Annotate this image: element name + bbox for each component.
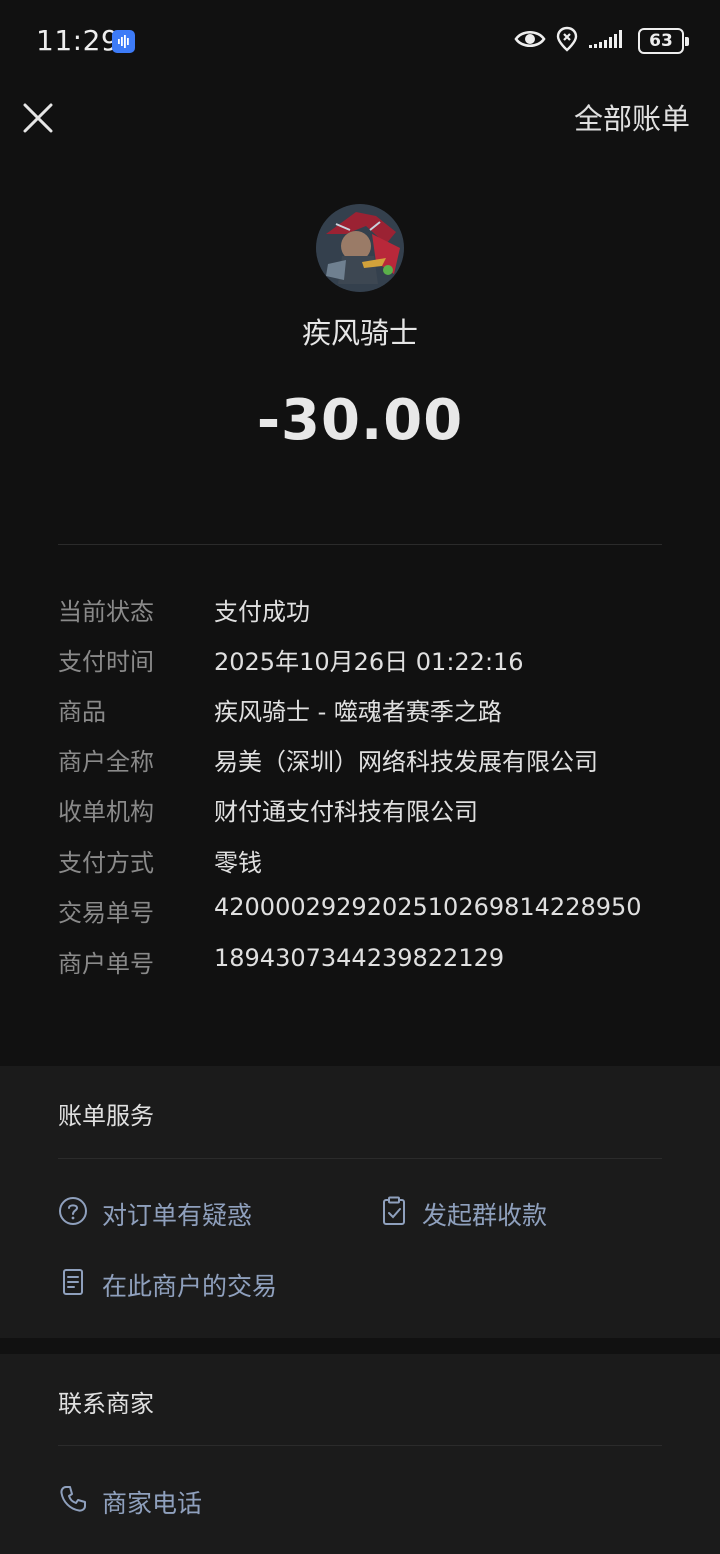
divider bbox=[58, 544, 662, 545]
link-label: 在此商户的交易 bbox=[102, 1272, 278, 1301]
detail-value: 疾风骑士 - 噬魂者赛季之路 bbox=[214, 698, 502, 726]
section-title: 联系商家 bbox=[58, 1390, 154, 1418]
divider bbox=[58, 1445, 662, 1446]
payment-amount: -30.00 bbox=[256, 388, 464, 453]
detail-value[interactable]: 1894307344239822129 bbox=[214, 944, 504, 972]
detail-row-merchant-order-id: 商户单号 1894307344239822129 bbox=[58, 944, 678, 984]
detail-label: 当前状态 bbox=[58, 598, 154, 626]
detail-label: 商户全称 bbox=[58, 748, 154, 776]
detail-value: 支付成功 bbox=[214, 598, 310, 626]
all-bills-link[interactable]: 全部账单 bbox=[574, 96, 690, 138]
clipboard-check-icon bbox=[380, 1196, 408, 1232]
phone-icon bbox=[58, 1484, 88, 1520]
detail-label: 交易单号 bbox=[58, 899, 154, 927]
order-question-link[interactable]: 对订单有疑惑 bbox=[58, 1196, 252, 1232]
section-title: 账单服务 bbox=[58, 1102, 154, 1130]
detail-row-product: 商品 疾风骑士 - 噬魂者赛季之路 bbox=[58, 692, 678, 732]
divider bbox=[58, 1158, 662, 1159]
status-time: 11:29 bbox=[36, 24, 120, 57]
document-icon bbox=[58, 1267, 88, 1303]
detail-value: 财付通支付科技有限公司 bbox=[214, 798, 478, 826]
voice-assistant-icon bbox=[112, 30, 135, 53]
detail-row-payment-method: 支付方式 零钱 bbox=[58, 843, 678, 883]
location-icon bbox=[556, 26, 578, 56]
detail-row-transaction-id: 交易单号 4200002929202510269814228950 bbox=[58, 893, 678, 933]
question-circle-icon bbox=[58, 1196, 88, 1232]
merchant-avatar bbox=[316, 204, 404, 292]
detail-label: 收单机构 bbox=[58, 798, 154, 826]
detail-row-status: 当前状态 支付成功 bbox=[58, 592, 678, 632]
detail-row-merchant: 商户全称 易美（深圳）网络科技发展有限公司 bbox=[58, 742, 678, 782]
detail-row-acquirer: 收单机构 财付通支付科技有限公司 bbox=[58, 792, 678, 832]
signal-icon bbox=[588, 28, 628, 54]
detail-value: 易美（深圳）网络科技发展有限公司 bbox=[214, 748, 598, 776]
merchant-transactions-link[interactable]: 在此商户的交易 bbox=[58, 1267, 277, 1303]
link-label: 对订单有疑惑 bbox=[102, 1201, 253, 1230]
contact-merchant-section: 联系商家 商家电话 bbox=[0, 1354, 720, 1554]
group-collection-link[interactable]: 发起群收款 bbox=[380, 1196, 547, 1232]
status-bar: 11:29 63 bbox=[0, 0, 720, 80]
close-icon[interactable] bbox=[18, 98, 58, 138]
eye-icon bbox=[514, 28, 546, 54]
detail-label: 商品 bbox=[58, 698, 106, 726]
bill-service-section: 账单服务 对订单有疑惑 发起群收款 在此商户的交易 bbox=[0, 1066, 720, 1338]
link-label: 商家电话 bbox=[102, 1489, 203, 1518]
status-icons: 63 bbox=[514, 26, 689, 56]
detail-label: 支付时间 bbox=[58, 648, 154, 676]
merchant-phone-link[interactable]: 商家电话 bbox=[58, 1484, 202, 1520]
detail-label: 支付方式 bbox=[58, 849, 154, 877]
detail-label: 商户单号 bbox=[58, 950, 154, 978]
link-label: 发起群收款 bbox=[422, 1201, 548, 1230]
battery-icon: 63 bbox=[638, 28, 689, 54]
nav-bar: 全部账单 bbox=[0, 88, 720, 148]
detail-row-time: 支付时间 2025年10月26日 01:22:16 bbox=[58, 642, 678, 682]
detail-value: 零钱 bbox=[214, 849, 262, 877]
detail-value[interactable]: 4200002929202510269814228950 bbox=[214, 893, 642, 921]
detail-value: 2025年10月26日 01:22:16 bbox=[214, 648, 524, 676]
merchant-name: 疾风骑士 bbox=[301, 316, 418, 350]
